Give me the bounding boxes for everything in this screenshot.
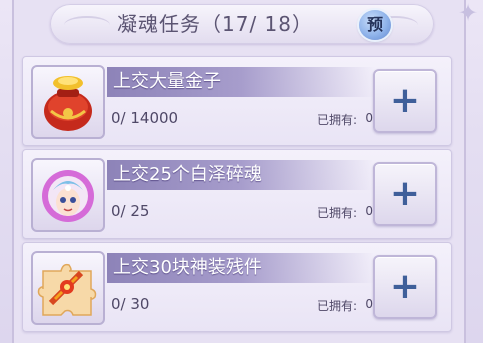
task-title: 上交大量金子 [107, 67, 375, 97]
plus-icon: + [389, 266, 421, 307]
task-row-baize-soul: 上交25个白泽碎魂 0/ 25 已拥有: 0 + [22, 149, 452, 239]
task-progress: 0/ 14000 [111, 109, 179, 127]
plus-icon: + [389, 173, 421, 214]
gold-pouch-icon [31, 65, 105, 139]
owned-label: 已拥有: [316, 113, 357, 127]
add-baize-soul-button[interactable]: + [373, 162, 437, 226]
page-title: 凝魂任务（17/ 18） [117, 12, 313, 36]
task-row-divine-gear: 上交30块神装残件 0/ 30 已拥有: 0 + [22, 242, 452, 332]
add-divine-gear-button[interactable]: + [373, 255, 437, 319]
owned-label: 已拥有: [316, 299, 357, 313]
divine-gear-fragment-icon [31, 251, 105, 325]
owned-label: 已拥有: [316, 206, 357, 220]
owned-value: 0 [365, 204, 373, 218]
owned-value: 0 [365, 111, 373, 125]
owned-value: 0 [365, 297, 373, 311]
task-row-gold: 上交大量金子 0/ 14000 已拥有: 0 + [22, 56, 452, 146]
task-progress: 0/ 25 [111, 202, 150, 220]
task-progress: 0/ 30 [111, 295, 150, 313]
task-title: 上交25个白泽碎魂 [107, 160, 375, 190]
add-gold-button[interactable]: + [373, 69, 437, 133]
task-title: 上交30块神装残件 [107, 253, 375, 283]
quest-title-bar: 凝魂任务（17/ 18） 预 [50, 4, 434, 44]
preview-button[interactable]: 预 [359, 10, 391, 40]
plus-icon: + [389, 80, 421, 121]
baize-soul-icon [31, 158, 105, 232]
decorative-star-icon: ✦ [457, 0, 479, 27]
